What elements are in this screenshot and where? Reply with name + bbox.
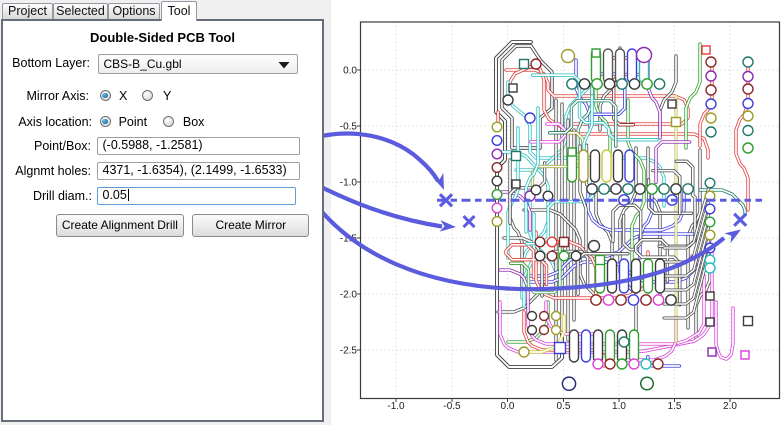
svg-text:1.5: 1.5: [668, 401, 682, 412]
svg-text:2.0: 2.0: [723, 401, 737, 412]
svg-text:-1.0: -1.0: [387, 401, 405, 412]
svg-text:-2.0: -2.0: [340, 290, 358, 301]
svg-text:-1.0: -1.0: [340, 178, 358, 189]
svg-text:-0.5: -0.5: [340, 122, 358, 133]
svg-text:0.0: 0.0: [501, 401, 515, 412]
svg-text:0.0: 0.0: [343, 66, 357, 77]
svg-text:-0.5: -0.5: [443, 401, 461, 412]
svg-text:0.5: 0.5: [557, 401, 571, 412]
svg-text:-2.5: -2.5: [340, 346, 358, 357]
svg-text:1.0: 1.0: [612, 401, 626, 412]
